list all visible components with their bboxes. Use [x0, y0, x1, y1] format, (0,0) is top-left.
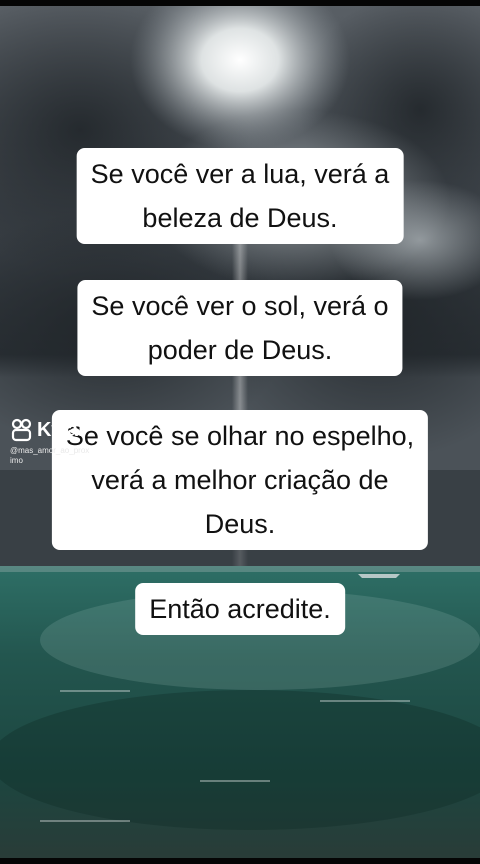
watermark-logo: Kwai — [10, 418, 89, 442]
caption-line: Se você ver a lua, verá a — [90, 159, 390, 189]
caption-believe: Então acredite. — [135, 583, 345, 635]
caption-line: poder de Deus. — [147, 335, 333, 365]
caption-line: Então acredite. — [149, 594, 331, 624]
caption-sun: Se você ver o sol, verá o poder de Deus. — [77, 280, 403, 376]
caption-moon: Se você ver a lua, verá a beleza de Deus… — [76, 148, 404, 244]
caption-mirror: Se você se olhar no espelho, verá a melh… — [51, 410, 429, 550]
watermark-handle: @mas_amor_ao_prox imo — [10, 446, 89, 466]
kwai-logo-icon — [11, 418, 32, 442]
caption-line: verá a melhor criação de — [91, 465, 389, 495]
kwai-watermark: Kwai @mas_amor_ao_prox imo — [10, 418, 89, 466]
caption-line: Deus. — [204, 509, 276, 539]
top-letterbox-bar — [0, 0, 480, 6]
caption-line: beleza de Deus. — [142, 203, 338, 233]
bottom-letterbox-bar — [0, 858, 480, 864]
caption-line: Se você se olhar no espelho, — [65, 421, 415, 451]
handle-line: imo — [10, 456, 23, 465]
caption-line: Se você ver o sol, verá o — [91, 291, 389, 321]
handle-line: @mas_amor_ao_prox — [10, 446, 90, 455]
watermark-brand: Kwai — [37, 418, 84, 441]
